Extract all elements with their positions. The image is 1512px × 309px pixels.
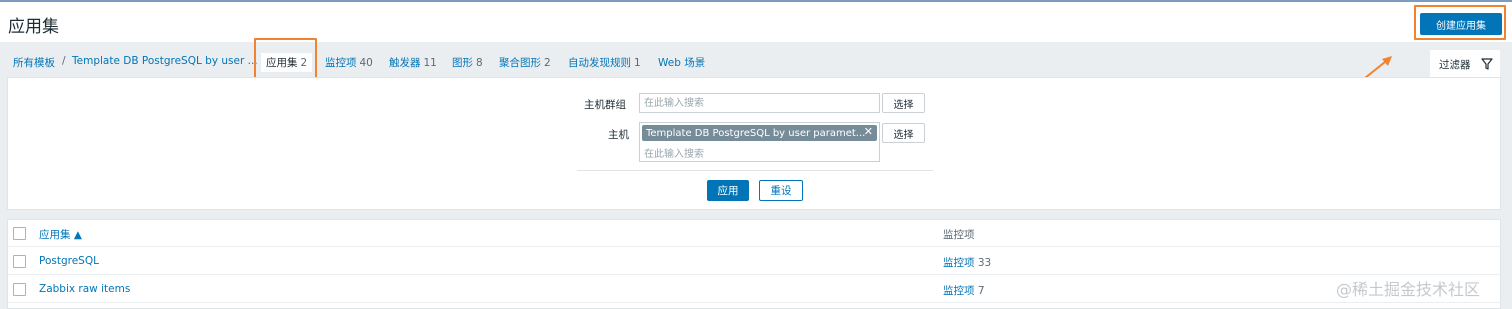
breadcrumb-separator: /	[62, 55, 66, 67]
filter-icon	[1480, 58, 1493, 70]
tab-label: 应用集	[266, 57, 298, 69]
tab-label: 自动发现规则	[568, 57, 631, 69]
items-count: 33	[977, 257, 992, 269]
host-chip-label: Template DB PostgreSQL by user paramet..…	[646, 127, 866, 139]
column-header-items: 监控项	[943, 229, 975, 241]
filter-tab[interactable]: 过滤器	[1430, 50, 1500, 78]
host-label: 主机	[608, 129, 629, 141]
tab-count: 2	[544, 57, 551, 69]
host-chip: Template DB PostgreSQL by user paramet..…	[642, 125, 877, 141]
tab-label: 图形	[452, 57, 473, 69]
tab-screens[interactable]: 聚合图形 2	[499, 55, 551, 70]
tab-label: 触发器	[389, 57, 421, 69]
filter-divider	[577, 170, 933, 171]
items-link[interactable]: 监控项	[943, 257, 975, 269]
host-multiselect[interactable]: Template DB PostgreSQL by user paramet..…	[639, 122, 880, 162]
row-checkbox[interactable]	[13, 283, 26, 296]
watermark: @稀土掘金技术社区	[1336, 280, 1481, 299]
breadcrumb-nav: 所有模板 / Template DB PostgreSQL by user ..…	[0, 42, 1512, 78]
create-application-button[interactable]: 创建应用集	[1420, 13, 1502, 35]
row-checkbox[interactable]	[13, 255, 26, 268]
tab-count: 2	[300, 57, 308, 69]
tab-items[interactable]: 监控项 40	[325, 55, 373, 70]
items-link[interactable]: 监控项	[943, 285, 975, 297]
remove-chip-icon[interactable]: ✕	[864, 125, 873, 138]
column-header-name[interactable]: 应用集 ▲	[39, 227, 82, 242]
tab-applications[interactable]: 应用集 2	[261, 53, 313, 72]
tab-label: Web 场景	[658, 57, 706, 69]
page-header: 应用集 创建应用集	[0, 0, 1512, 42]
tab-web-scenarios[interactable]: Web 场景	[658, 55, 705, 70]
page-title: 应用集	[8, 17, 59, 37]
tab-label: 聚合图形	[499, 57, 541, 69]
tab-label: 监控项	[325, 57, 357, 69]
reset-button[interactable]: 重设	[759, 180, 803, 201]
tab-count: 40	[359, 57, 373, 69]
tab-count: 1	[634, 57, 641, 69]
table-row: Zabbix raw items 监控项 7	[8, 276, 1502, 303]
tab-triggers[interactable]: 触发器 11	[389, 55, 437, 70]
tab-discovery-rules[interactable]: 自动发现规则 1	[568, 55, 641, 70]
items-cell: 监控项 7	[943, 283, 985, 298]
breadcrumb-all-templates[interactable]: 所有模板	[13, 55, 55, 70]
application-name-link[interactable]: PostgreSQL	[39, 255, 99, 267]
breadcrumb-template[interactable]: Template DB PostgreSQL by user ...	[72, 55, 258, 67]
tab-count: 11	[423, 57, 437, 69]
host-search-placeholder[interactable]: 在此输入搜索	[644, 145, 704, 160]
filter-panel: 主机群组 选择 主机 Template DB PostgreSQL by use…	[7, 77, 1501, 210]
select-all-checkbox[interactable]	[13, 227, 26, 240]
application-name-link[interactable]: Zabbix raw items	[39, 283, 130, 295]
filter-tab-label: 过滤器	[1439, 58, 1471, 71]
host-group-label: 主机群组	[584, 99, 626, 111]
host-group-input[interactable]	[639, 93, 880, 113]
items-cell: 监控项 33	[943, 255, 991, 270]
table-row: PostgreSQL 监控项 33	[8, 248, 1502, 275]
host-select-button[interactable]: 选择	[882, 123, 925, 143]
tab-graphs[interactable]: 图形 8	[452, 55, 483, 70]
host-group-select-button[interactable]: 选择	[882, 93, 925, 113]
applications-table: 应用集 ▲ 监控项 PostgreSQL 监控项 33 Zabbix raw i…	[7, 219, 1502, 309]
apply-button[interactable]: 应用	[707, 180, 749, 201]
items-count: 7	[977, 285, 985, 297]
tab-count: 8	[476, 57, 483, 69]
table-header: 应用集 ▲ 监控项	[8, 220, 1502, 247]
